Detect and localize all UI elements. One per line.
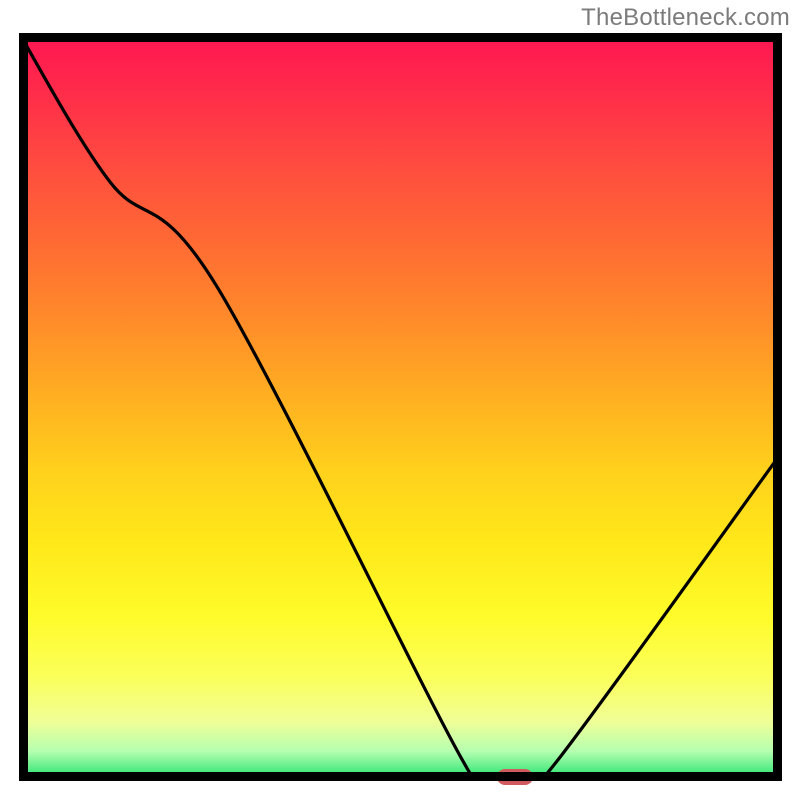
attribution-text: TheBottleneck.com xyxy=(581,4,790,32)
optimal-point-marker xyxy=(497,769,533,785)
chart-frame xyxy=(19,33,782,781)
bottleneck-curve xyxy=(19,33,782,781)
